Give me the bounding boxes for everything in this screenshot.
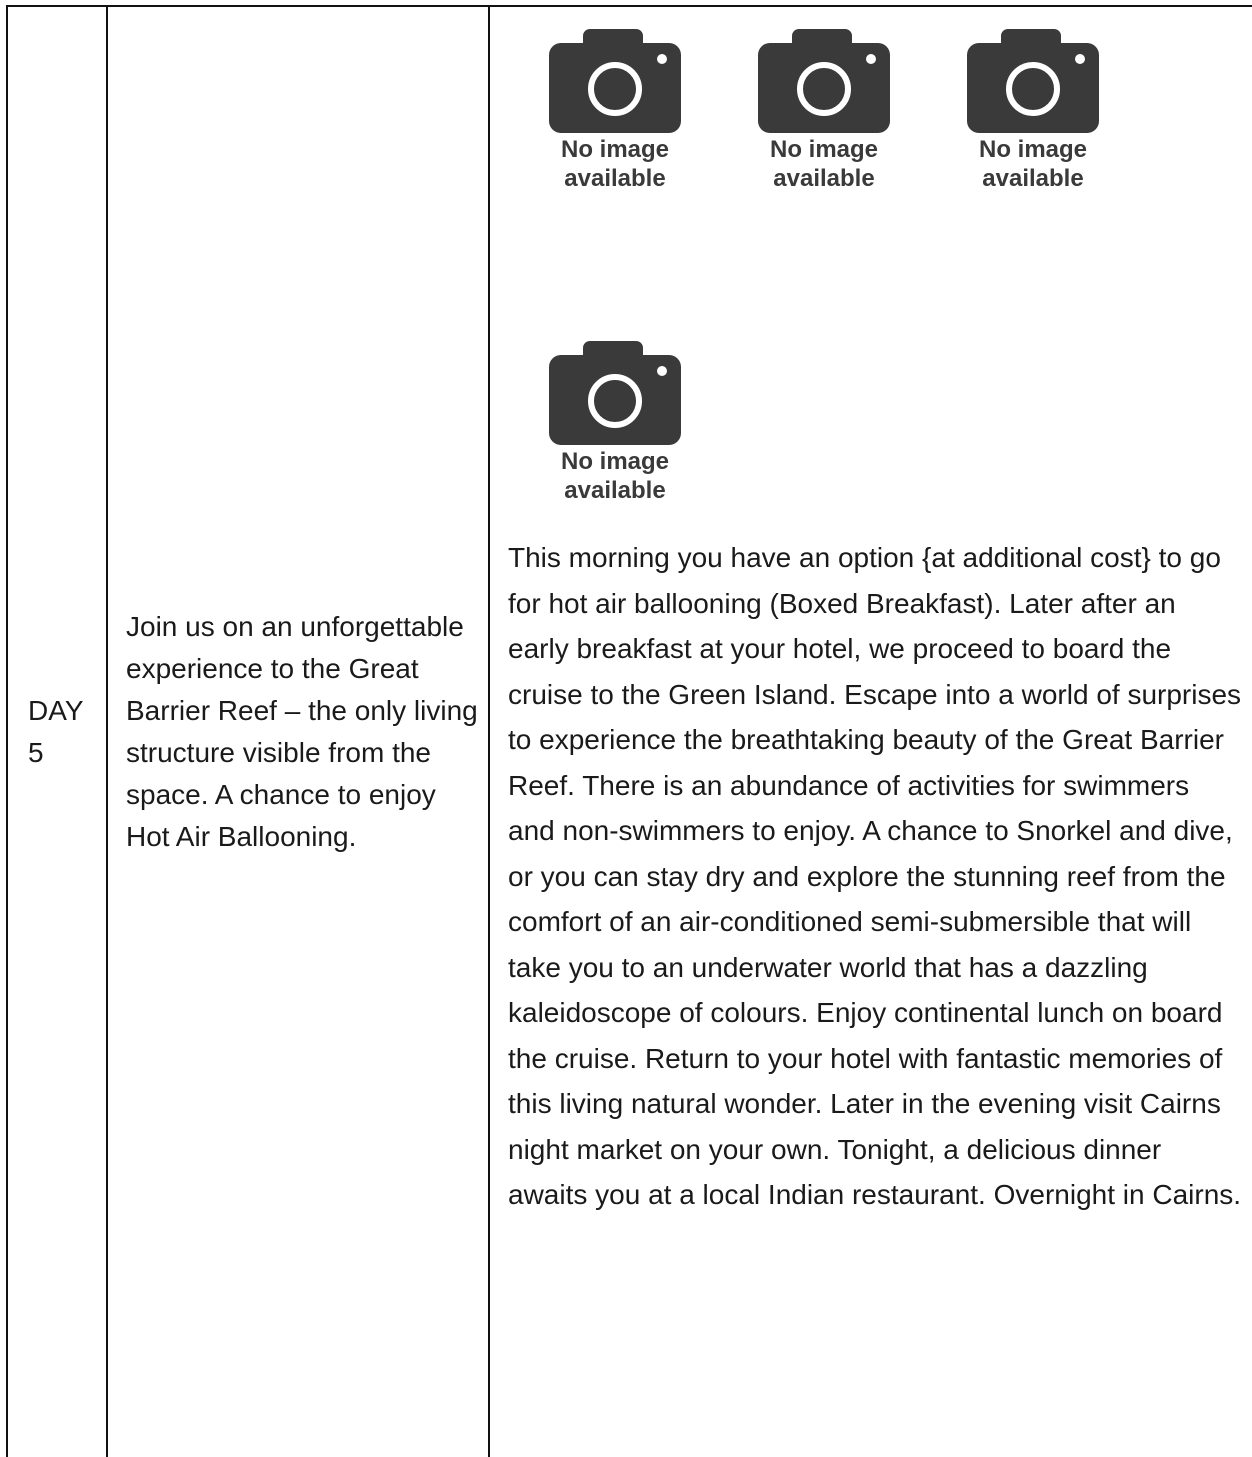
image-placeholder: No image available (749, 29, 899, 193)
camera-icon (549, 341, 681, 445)
no-image-line-2: available (982, 165, 1084, 192)
image-placeholder: No image available (958, 29, 1108, 193)
day-cell: DAY 5 (6, 5, 108, 1457)
day-detail-text: This morning you have an option {at addi… (508, 542, 1242, 1210)
day-number: 5 (28, 737, 44, 768)
camera-icon (549, 29, 681, 133)
day-summary-cell: Join us on an unforgettable experience t… (106, 5, 490, 1457)
no-image-line-2: available (564, 165, 666, 192)
no-image-line-1: No image (769, 136, 879, 163)
itinerary-row-day-5: DAY 5 Join us on an unforgettable experi… (6, 5, 1252, 1457)
no-image-line-1: No image (978, 136, 1088, 163)
image-placeholder: No image available (540, 29, 690, 193)
no-image-label: No image available (749, 135, 899, 193)
no-image-label: No image available (540, 447, 690, 505)
image-placeholder: No image available (540, 341, 690, 505)
no-image-label: No image available (540, 135, 690, 193)
image-gallery: No image available No image available No… (508, 7, 1220, 535)
no-image-label: No image available (958, 135, 1108, 193)
camera-icon (967, 29, 1099, 133)
no-image-line-1: No image (560, 136, 670, 163)
camera-icon (758, 29, 890, 133)
day-summary-text: Join us on an unforgettable experience t… (126, 611, 478, 852)
no-image-line-2: available (773, 165, 875, 192)
no-image-line-1: No image (560, 448, 670, 475)
day-label: DAY (28, 695, 84, 726)
no-image-line-2: available (564, 477, 666, 504)
itinerary-table: DAY 5 Join us on an unforgettable experi… (6, 5, 1252, 1457)
day-detail-cell: No image available No image available No… (488, 5, 1252, 1457)
